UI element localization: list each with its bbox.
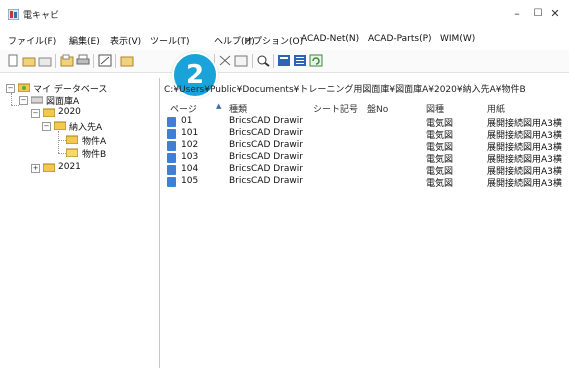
cell-drawing-type: 電気図 (426, 179, 454, 189)
window-title: 電キャビ (23, 11, 60, 21)
view-large-icon[interactable] (277, 54, 291, 67)
tree-item-project-a[interactable]: 物件A (82, 134, 106, 147)
folder-icon (66, 135, 78, 144)
cell-type: BricsCAD Drawir (229, 152, 303, 162)
menu-options[interactable]: オプション(O) (244, 34, 303, 47)
toolbar-separator (55, 54, 56, 68)
column-header-type[interactable]: 種類 (229, 102, 247, 115)
title-bar: 電キャビ – ☐ ✕ (0, 0, 569, 30)
toolbar-separator (115, 54, 116, 68)
bricscad-file-icon (167, 153, 176, 163)
cell-type: BricsCAD Drawir (229, 176, 303, 186)
table-row[interactable]: 104 BricsCAD Drawir 電気図 展開接続図用A3横 (160, 164, 569, 177)
menu-tools[interactable]: ツール(T) (150, 34, 190, 47)
table-row[interactable]: 101 BricsCAD Drawir 電気図 展開接続図用A3横 (160, 128, 569, 141)
menu-file[interactable]: ファイル(F) (8, 34, 56, 47)
close-button[interactable]: ✕ (544, 6, 566, 22)
folder-icon (43, 163, 55, 172)
collapse-toggle[interactable]: − (31, 109, 40, 118)
cell-type: BricsCAD Drawir (229, 164, 303, 174)
edit-icon[interactable] (98, 54, 112, 67)
toolbar-separator (93, 54, 94, 68)
tree-item-2020[interactable]: 2020 (58, 107, 81, 117)
app-icon (8, 9, 19, 20)
properties-icon[interactable] (234, 54, 248, 67)
cell-page: 102 (181, 140, 199, 150)
open-icon[interactable] (60, 54, 74, 67)
expand-toggle[interactable]: + (31, 164, 40, 173)
menu-view[interactable]: 表示(V) (110, 34, 141, 47)
toolbar (0, 50, 569, 73)
bricscad-file-icon (167, 177, 176, 187)
bricscad-file-icon (167, 141, 176, 151)
menu-acad-parts[interactable]: ACAD-Parts(P) (368, 34, 432, 44)
folder-tree[interactable]: − マイ データベース − 図面庫A − 2020 − 納入先A 物件A 物件B… (0, 78, 160, 368)
bricscad-file-icon (167, 129, 176, 139)
database-icon (18, 83, 30, 92)
column-header-drawing-type[interactable]: 図種 (426, 102, 444, 115)
collapse-toggle[interactable]: − (19, 96, 28, 105)
menu-edit[interactable]: 編集(E) (69, 34, 100, 47)
cut-icon[interactable] (218, 54, 232, 67)
table-row[interactable]: 102 BricsCAD Drawir 電気図 展開接続図用A3横 (160, 140, 569, 153)
cell-page: 01 (181, 116, 193, 126)
folder-icon (54, 121, 66, 130)
app-window: 電キャビ – ☐ ✕ ファイル(F) 編集(E) 表示(V) ツール(T) ヘル… (0, 0, 569, 368)
column-header-panel-no[interactable]: 盤No (367, 102, 388, 115)
table-row[interactable]: 105 BricsCAD Drawir 電気図 展開接続図用A3横 (160, 176, 569, 189)
print-icon[interactable] (76, 54, 90, 67)
folder-icon (43, 108, 55, 117)
cell-page: 103 (181, 152, 199, 162)
tree-item-2021[interactable]: 2021 (58, 162, 81, 172)
cell-page: 101 (181, 128, 199, 138)
column-header-sheet-code[interactable]: シート記号 (313, 102, 358, 115)
cell-page: 104 (181, 164, 199, 174)
file-list[interactable]: ページ ▲ 種類 シート記号 盤No 図種 用紙 01 BricsCAD Dra… (160, 96, 569, 368)
bricscad-file-icon (167, 117, 176, 127)
new-document-icon[interactable] (6, 54, 20, 67)
toolbar-separator (273, 54, 274, 68)
open-folder-icon[interactable] (22, 54, 36, 67)
open-folder-icon (66, 148, 78, 157)
cell-type: BricsCAD Drawir (229, 140, 303, 150)
collapse-toggle[interactable]: − (6, 84, 15, 93)
cell-page: 105 (181, 176, 199, 186)
view-details-icon[interactable] (293, 54, 307, 67)
tree-item-db-a[interactable]: 図面庫A (46, 94, 79, 107)
cell-type: BricsCAD Drawir (229, 116, 303, 126)
tree-item-client-a[interactable]: 納入先A (69, 120, 102, 133)
toolbar-separator (252, 54, 253, 68)
tree-item-project-b[interactable]: 物件B (82, 147, 106, 160)
table-row[interactable]: 01 BricsCAD Drawir 電気図 展開接続図用A3横 (160, 116, 569, 129)
sort-ascending-icon: ▲ (216, 102, 222, 110)
folder-up-icon[interactable] (120, 54, 134, 67)
menu-wim[interactable]: WIM(W) (440, 34, 475, 44)
search-icon[interactable] (256, 54, 270, 67)
refresh-icon[interactable] (309, 54, 323, 67)
cell-type: BricsCAD Drawir (229, 128, 303, 138)
collapse-toggle[interactable]: − (42, 122, 51, 131)
folder-icon[interactable] (38, 54, 52, 67)
menu-bar: ファイル(F) 編集(E) 表示(V) ツール(T) ヘルプ(H) オプション(… (0, 32, 569, 48)
cell-paper: 展開接続図用A3横 (487, 179, 562, 189)
drive-icon (31, 96, 43, 104)
table-row[interactable]: 103 BricsCAD Drawir 電気図 展開接続図用A3横 (160, 152, 569, 165)
current-path: C:¥Users¥Public¥Documents¥トレーニング用図面庫¥図面庫… (164, 85, 526, 95)
column-header-page[interactable]: ページ (170, 102, 197, 115)
column-header-paper[interactable]: 用紙 (487, 102, 505, 115)
menu-acad-net[interactable]: ACAD-Net(N) (301, 34, 359, 44)
bricscad-file-icon (167, 165, 176, 175)
